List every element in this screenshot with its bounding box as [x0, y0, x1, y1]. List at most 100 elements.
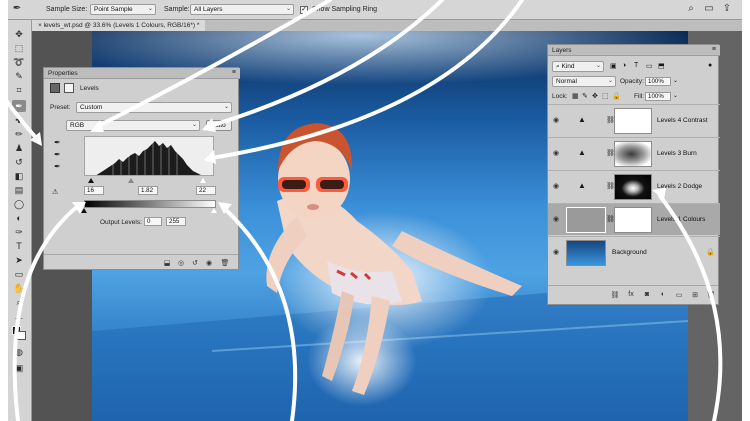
panel-menu-icon[interactable]: ≡	[232, 69, 236, 76]
blur-tool-icon[interactable]: ◯	[12, 198, 26, 210]
dodge-tool-icon[interactable]: ◐	[12, 212, 26, 224]
preset-select[interactable]: Custom ⌄	[76, 102, 232, 113]
layer-filter-select[interactable]: ⌕ Kind ⌄	[552, 61, 604, 72]
visibility-eye-icon[interactable]: ◉	[553, 182, 559, 190]
opacity-field[interactable]: 100%	[645, 77, 671, 86]
background-color-swatch[interactable]	[17, 331, 26, 340]
new-adjustment-layer-icon[interactable]: ◐	[658, 291, 668, 301]
visibility-eye-icon[interactable]: ◉	[553, 215, 559, 223]
eyedropper-tool-icon[interactable]: ✒	[10, 3, 24, 17]
path-select-tool-icon[interactable]: ➤	[12, 254, 26, 266]
close-icon[interactable]: ×	[38, 22, 42, 29]
layer-row-levels-2-dodge[interactable]: ◉ ▲ ⛓ Levels 2 Dodge	[548, 170, 720, 202]
gray-point-eyedropper-icon[interactable]: ✒	[54, 150, 61, 159]
layer-row-levels-3-burn[interactable]: ◉ ▲ ⛓ Levels 3 Burn	[548, 137, 720, 169]
eyedropper-tool-icon[interactable]: ✒	[12, 100, 26, 112]
type-tool-icon[interactable]: T	[12, 240, 26, 252]
layer-row-background[interactable]: ◉ Background 🔒	[548, 236, 720, 268]
visibility-eye-icon[interactable]: ◉	[553, 248, 559, 256]
output-white-field[interactable]: 255	[166, 217, 186, 226]
shape-tool-icon[interactable]: ▭	[12, 268, 26, 280]
add-mask-icon[interactable]: ◙	[642, 291, 652, 301]
levels-adjustment-thumbnail[interactable]	[566, 207, 606, 233]
panel-menu-icon[interactable]: ≡	[712, 46, 716, 53]
clipping-warning-icon[interactable]: ⚠	[52, 188, 58, 196]
link-layers-icon[interactable]: ⛓	[610, 291, 620, 301]
eraser-tool-icon[interactable]: ◧	[12, 170, 26, 182]
sample-select[interactable]: All Layers ⌄	[190, 4, 294, 15]
crop-tool-icon[interactable]: ⌗	[12, 84, 26, 96]
blend-mode-select[interactable]: Normal ⌄	[552, 76, 616, 87]
brush-tool-icon[interactable]: ✏	[12, 128, 26, 140]
marquee-tool-icon[interactable]: ⬚	[12, 42, 26, 54]
filter-pixel-icon[interactable]: ▣	[610, 62, 617, 70]
search-icon[interactable]: ⌕	[684, 3, 698, 17]
workspace-icon[interactable]: ▭	[702, 3, 716, 17]
chevron-down-icon[interactable]: ⌄	[673, 77, 678, 84]
visibility-eye-icon[interactable]: ◉	[204, 259, 214, 269]
output-black-slider[interactable]	[81, 208, 87, 213]
input-white-slider[interactable]	[200, 178, 206, 183]
layer-row-levels-1-colours[interactable]: ◉ ⛓ Levels 1 Colours	[548, 203, 720, 235]
filter-smart-object-icon[interactable]: ⬒	[658, 62, 665, 70]
filter-shape-icon[interactable]: ▭	[646, 62, 653, 70]
layer-mask-thumbnail[interactable]	[614, 174, 652, 200]
trash-icon[interactable]: 🗑	[220, 259, 230, 269]
layer-mask-thumbnail[interactable]	[614, 108, 652, 134]
lasso-tool-icon[interactable]: ➰	[12, 56, 26, 68]
new-group-icon[interactable]: ▭	[674, 291, 684, 301]
input-black-field[interactable]: 16	[84, 186, 104, 195]
healing-brush-icon[interactable]: ✚	[12, 114, 26, 126]
white-point-eyedropper-icon[interactable]: ✒	[54, 162, 61, 171]
move-tool-icon[interactable]: ✥	[12, 28, 26, 40]
fill-field[interactable]: 100%	[645, 92, 671, 101]
new-layer-icon[interactable]: ⊞	[690, 291, 700, 301]
quick-select-tool-icon[interactable]: ✎	[12, 70, 26, 82]
trash-icon[interactable]: 🗑	[706, 291, 716, 301]
lock-position-icon[interactable]: ✥	[592, 92, 598, 100]
layers-panel-header[interactable]: Layers ≡	[548, 45, 720, 56]
layer-mask-thumbnail[interactable]	[614, 141, 652, 167]
history-brush-icon[interactable]: ↺	[12, 156, 26, 168]
sample-size-select[interactable]: Point Sample ⌄	[90, 4, 156, 15]
stamp-tool-icon[interactable]: ♟	[12, 142, 26, 154]
hand-tool-icon[interactable]: ✋	[12, 282, 26, 294]
output-white-slider[interactable]	[211, 208, 217, 213]
input-white-field[interactable]: 22	[196, 186, 216, 195]
filter-type-icon[interactable]: T	[634, 62, 638, 69]
visibility-eye-icon[interactable]: ◉	[553, 149, 559, 157]
layer-mask-thumbnail[interactable]	[614, 207, 652, 233]
lock-all-icon[interactable]: 🔒	[612, 92, 621, 100]
lock-transparency-icon[interactable]: ▦	[572, 92, 579, 100]
chevron-down-icon[interactable]: ⌄	[673, 92, 678, 99]
view-previous-state-icon[interactable]: ◎	[176, 259, 186, 269]
filter-adjustment-icon[interactable]: ◑	[622, 62, 626, 69]
input-gamma-field[interactable]: 1.82	[138, 186, 158, 195]
screen-mode-icon[interactable]: ▣	[12, 362, 26, 374]
filter-toggle-icon[interactable]: ●	[708, 62, 712, 69]
layer-mask-icon[interactable]	[64, 83, 74, 93]
auto-button[interactable]: Auto	[206, 120, 232, 131]
more-tools-icon[interactable]: …	[12, 310, 26, 322]
pen-tool-icon[interactable]: ✑	[12, 226, 26, 238]
properties-panel-header[interactable]: Properties ≡	[44, 68, 240, 79]
output-black-field[interactable]: 0	[144, 217, 162, 226]
fx-icon[interactable]: fx	[626, 291, 636, 301]
input-gamma-slider[interactable]	[128, 178, 134, 183]
document-tab[interactable]: × levels_wt.psd @ 33.6% (Levels 1 Colour…	[32, 20, 206, 31]
show-sampling-ring-checkbox[interactable]: ✓	[300, 6, 308, 14]
clip-to-layer-icon[interactable]: ⬓	[162, 259, 172, 269]
reset-icon[interactable]: ↺	[190, 259, 200, 269]
layer-row-levels-4-contrast[interactable]: ◉ ▲ ⛓ Levels 4 Contrast	[548, 104, 720, 136]
background-thumbnail[interactable]	[566, 240, 606, 266]
channel-select[interactable]: RGB ⌄	[66, 120, 200, 131]
lock-pixels-icon[interactable]: ✎	[582, 92, 588, 100]
input-black-slider[interactable]	[88, 178, 94, 183]
visibility-eye-icon[interactable]: ◉	[553, 116, 559, 124]
quick-mask-icon[interactable]: ◍	[12, 346, 26, 358]
lock-artboard-icon[interactable]: ⬚	[602, 92, 609, 100]
gradient-tool-icon[interactable]: ▤	[12, 184, 26, 196]
zoom-tool-icon[interactable]: ⌕	[12, 296, 26, 308]
black-point-eyedropper-icon[interactable]: ✒	[54, 138, 61, 147]
share-icon[interactable]: ⇪	[720, 3, 734, 17]
